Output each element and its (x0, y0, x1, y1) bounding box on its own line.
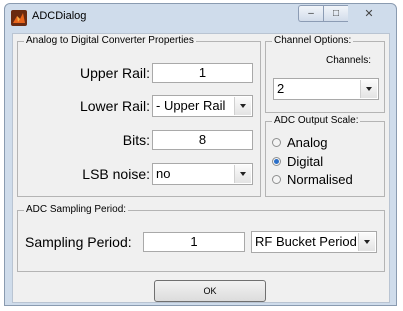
lower-rail-label: Lower Rail: (79, 98, 150, 114)
upper-rail-input[interactable]: 1 (152, 63, 253, 83)
ok-button[interactable]: OK (154, 280, 266, 302)
channels-dropdown-arrow[interactable] (360, 80, 377, 98)
sampling-unit-value: RF Bucket Period (255, 234, 357, 249)
dialog-window: ADCDialog – □ ✕ Analog to Digital Conver… (4, 3, 397, 306)
radio-button-icon (272, 138, 281, 147)
radio-normalised[interactable]: Normalised (272, 172, 353, 187)
radio-analog-label: Analog (287, 135, 328, 150)
adc-properties-panel: Analog to Digital Converter Properties U… (17, 35, 261, 197)
radio-analog[interactable]: Analog (272, 135, 327, 150)
output-scale-panel: ADC Output Scale: Analog Digital Normali… (265, 115, 385, 197)
chevron-down-icon (240, 172, 246, 176)
adc-properties-title: Analog to Digital Converter Properties (24, 35, 196, 46)
channel-options-panel: Channel Options: Channels: 2 (265, 35, 385, 113)
chevron-down-icon (240, 104, 246, 108)
bits-input[interactable]: 8 (152, 130, 253, 150)
radio-digital[interactable]: Digital (272, 154, 323, 169)
sampling-period-title: ADC Sampling Period: (24, 204, 129, 215)
dialog-client-area: Analog to Digital Converter Properties U… (12, 33, 390, 303)
sampling-unit-select[interactable]: RF Bucket Period (251, 231, 377, 253)
sampling-period-label: Sampling Period: (25, 234, 132, 250)
channels-select[interactable]: 2 (273, 78, 379, 100)
channels-value: 2 (277, 81, 285, 96)
radio-button-selected-icon (272, 157, 281, 166)
close-button[interactable]: ✕ (348, 5, 390, 22)
chevron-down-icon (366, 87, 372, 91)
lsb-noise-value: no (156, 166, 171, 181)
lower-rail-dropdown-arrow[interactable] (234, 97, 251, 115)
close-icon: ✕ (364, 8, 374, 20)
title-bar[interactable]: ADCDialog – □ ✕ (5, 4, 396, 30)
channels-label: Channels: (325, 55, 371, 66)
radio-normalised-label: Normalised (287, 172, 353, 187)
radio-digital-label: Digital (287, 154, 324, 169)
maximize-icon: □ (332, 8, 340, 19)
chevron-down-icon (364, 240, 370, 244)
bits-label: Bits: (122, 132, 150, 148)
maximize-button[interactable]: □ (323, 5, 348, 22)
minimize-icon: – (308, 8, 314, 19)
sampling-period-input[interactable]: 1 (143, 232, 245, 252)
window-title: ADCDialog (32, 10, 87, 22)
output-scale-title: ADC Output Scale: (272, 115, 361, 126)
ok-button-label: OK (203, 286, 217, 296)
lower-rail-select[interactable]: - Upper Rail (152, 95, 253, 117)
upper-rail-label: Upper Rail: (79, 65, 150, 81)
sampling-unit-dropdown-arrow[interactable] (358, 233, 375, 251)
radio-button-icon (272, 175, 281, 184)
lsb-noise-label: LSB noise: (82, 166, 150, 182)
lsb-noise-dropdown-arrow[interactable] (234, 165, 251, 183)
sampling-period-panel: ADC Sampling Period: Sampling Period: 1 … (17, 204, 385, 272)
matlab-icon (11, 10, 27, 26)
minimize-button[interactable]: – (298, 5, 323, 22)
channel-options-title: Channel Options: (272, 35, 354, 46)
lower-rail-value: - Upper Rail (156, 98, 226, 113)
window-controls: – □ ✕ (298, 5, 390, 22)
lsb-noise-select[interactable]: no (152, 163, 253, 185)
